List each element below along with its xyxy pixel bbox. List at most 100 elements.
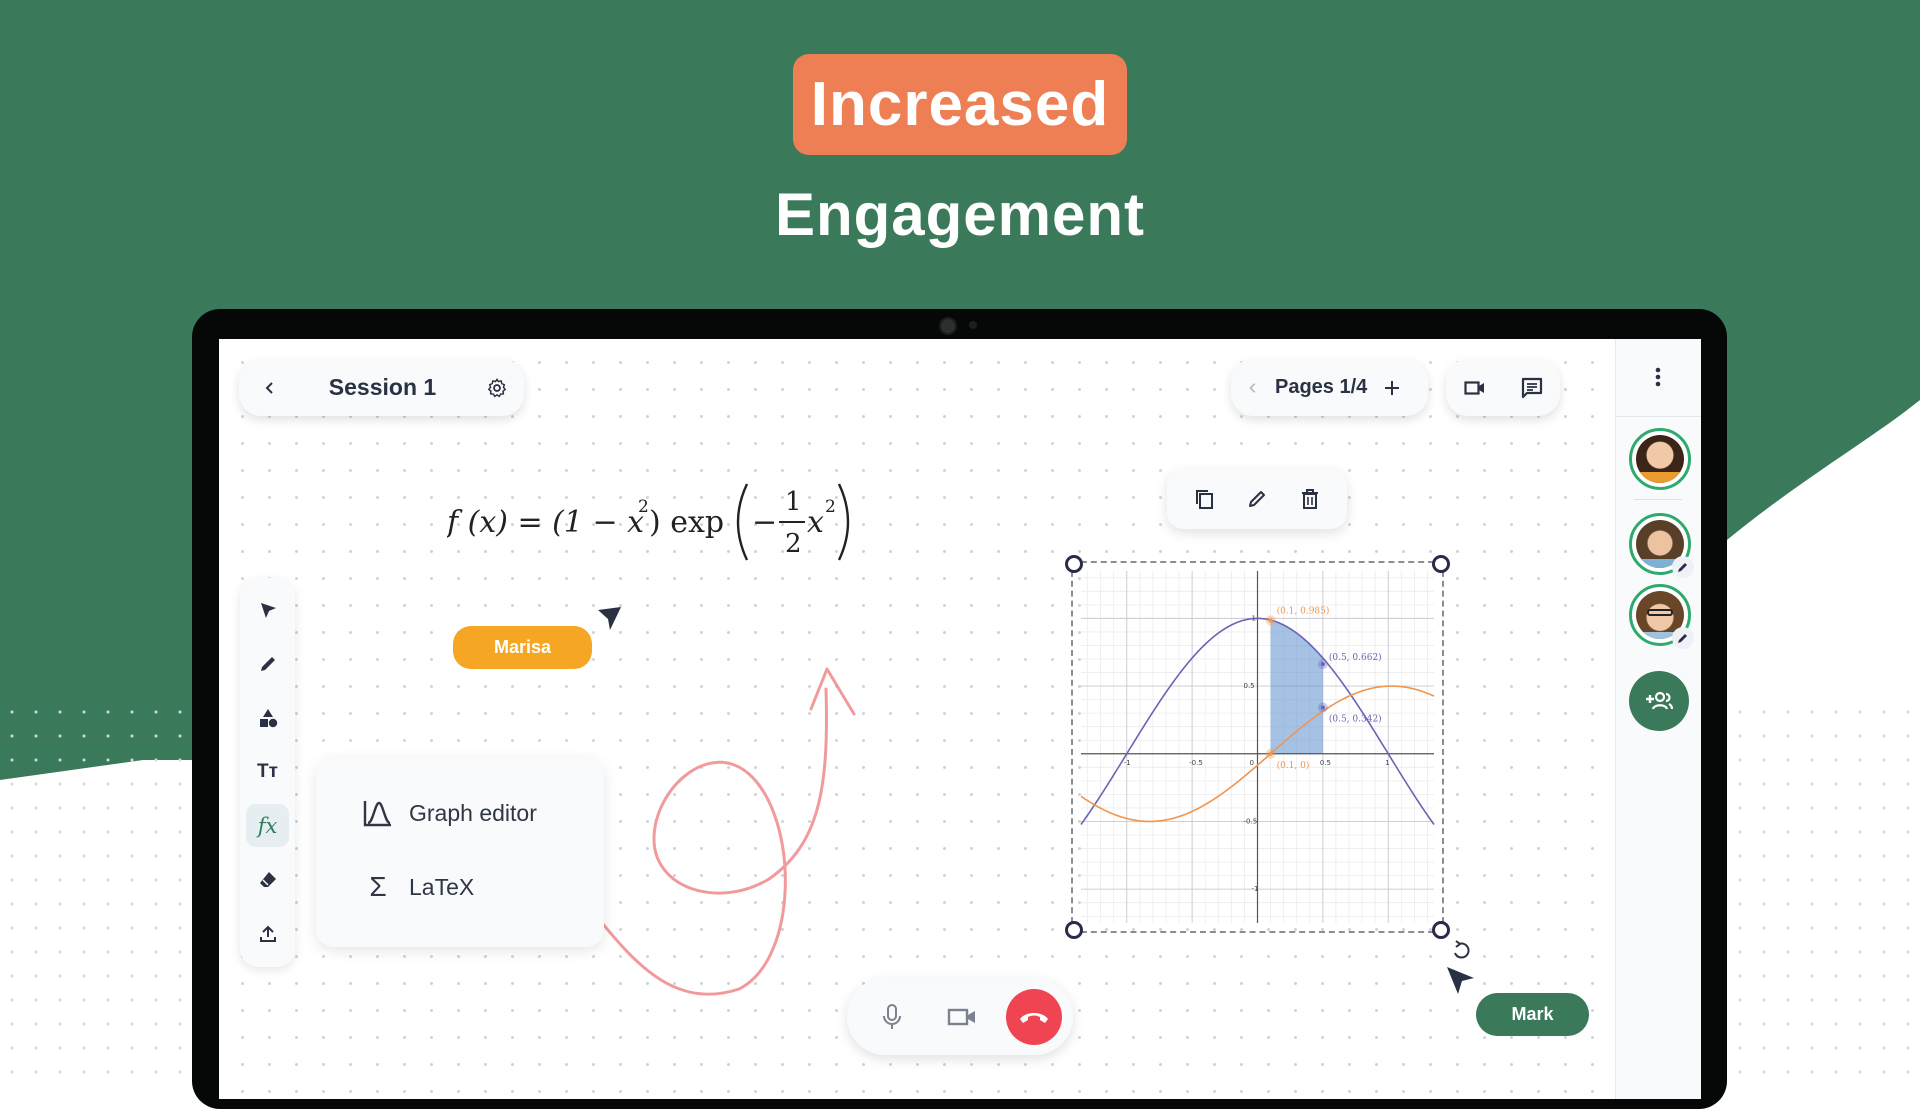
formula-superscript-1: 2 [638,497,649,517]
shapes-icon [259,708,277,727]
resize-handle-top-right[interactable] [1432,555,1450,573]
pencil-icon [260,656,275,671]
left-paren [736,483,749,561]
pointer-icon [260,602,276,618]
pencil-icon [1678,634,1687,643]
whiteboard-screen: Session 1 Pages 1/4 f (x) = (1 − x 2 ) e… [219,339,1701,1099]
formula-denominator: 2 [785,529,802,559]
video-camera-icon [947,1008,975,1026]
x-tick-label: -0.5 [1189,759,1203,767]
tablet-sensor [969,321,977,329]
graph-selection-box[interactable]: -1 -0.5 0 0.5 1 1 0.5 -0.5 -1 (0.1, 0.985) (0.5, 0… [1071,561,1444,933]
sidebar-divider [1634,499,1682,500]
more-options-button[interactable] [1636,355,1680,399]
camera-button[interactable] [939,994,985,1040]
copy-button[interactable] [1184,479,1224,519]
annotation-label: (0.5, 0.662) [1329,652,1382,663]
y-tick-label: -1 [1252,885,1259,893]
x-tick-label: -1 [1124,759,1131,767]
resize-handle-bottom-right[interactable] [1432,921,1450,939]
menu-item-label: Graph editor [409,799,537,826]
participant-avatar[interactable] [1629,428,1691,490]
formula-render: f (x) = (1 − x 2 ) exp − 1 2 x 2 [445,483,850,561]
annotation-label: (0.1, 0.985) [1277,605,1330,616]
tool-select[interactable] [246,588,289,631]
rotate-icon[interactable] [1451,939,1473,961]
y-tick-label: 1 [1252,614,1256,622]
delete-graph-button[interactable] [1290,479,1330,519]
headline-badge: Increased [793,54,1127,155]
pencil-icon [1248,491,1265,507]
more-vertical-icon [1655,367,1661,387]
previous-page-button[interactable] [1231,359,1275,416]
chevron-left-icon [265,381,273,394]
formula-numerator: 1 [785,487,802,517]
add-participant-button[interactable] [1629,671,1689,731]
participant-avatar[interactable] [1629,513,1694,578]
cursor-label-marisa: Marisa [453,626,592,669]
annotation-point [1320,662,1325,667]
x-tick-label: 1 [1385,759,1389,767]
pages-label: Pages 1/4 [1275,376,1368,398]
back-button[interactable] [245,359,295,416]
hang-up-button[interactable] [1006,989,1062,1045]
tool-upload[interactable] [246,912,289,955]
resize-handle-bottom-left[interactable] [1065,921,1083,939]
annotation-label: (0.5, 0.342) [1329,713,1382,724]
upload-icon [259,925,276,942]
cursor-label-mark: Mark [1476,993,1589,1036]
latex-formula[interactable]: f (x) = (1 − x 2 ) exp − 1 2 x 2 [445,474,857,564]
graph-icon [361,799,395,827]
menu-item-latex[interactable]: Σ LaTeX [361,871,474,903]
formula-exp: ) exp [649,505,724,540]
trash-icon [1302,489,1319,509]
remote-cursor-icon [1447,967,1474,994]
plus-icon [1385,380,1400,395]
session-title: Session 1 [328,374,437,400]
annotation-point [1320,705,1325,710]
gear-icon [488,378,506,397]
tool-shapes[interactable] [246,696,289,739]
tool-eraser[interactable] [246,858,289,901]
tool-pen[interactable] [246,642,289,685]
resize-handle-top-left[interactable] [1065,555,1083,573]
session-header: Session 1 [239,359,524,416]
annotation-point [1268,618,1273,623]
formula-x: x [807,505,824,540]
chevron-left-icon [1249,382,1256,393]
text-icon: Tт [257,760,278,782]
microphone-button[interactable] [869,994,915,1040]
editing-badge [1672,627,1694,649]
microphone-icon [883,1004,901,1029]
chat-icon [1521,377,1542,398]
chat-button[interactable] [1510,366,1554,410]
tablet-camera [939,317,957,335]
headline-subtitle: Engagement [774,181,1146,248]
graph-plot: -1 -0.5 0 0.5 1 1 0.5 -0.5 -1 (0.1, 0.985) (0.5, 0… [1080,571,1435,923]
add-page-button[interactable] [1367,359,1417,416]
participant-avatar[interactable] [1629,584,1694,649]
menu-item-label: LaTeX [409,873,475,900]
call-controls [847,978,1073,1055]
sigma-icon: Σ [369,871,387,902]
video-toggle-button[interactable] [1453,366,1497,410]
annotation-point [1268,751,1273,756]
eraser-icon [259,871,276,887]
graph-object-toolbar [1167,469,1347,529]
freehand-scribble[interactable] [599,589,899,1009]
formula-superscript-2: 2 [825,497,836,517]
right-paren [837,483,850,561]
formula-lhs: f (x) = (1 − x [447,505,644,540]
settings-button[interactable] [470,359,524,416]
tool-formula[interactable]: fx [246,804,289,847]
annotation-label: (0.1, 0) [1277,760,1310,771]
drawing-toolbar: Tт fx [240,578,295,967]
media-controls [1446,359,1560,416]
tool-text[interactable]: Tт [246,750,289,793]
menu-item-graph-editor[interactable]: Graph editor [361,799,537,827]
formula-minus: − [752,505,777,540]
edit-graph-button[interactable] [1237,479,1277,519]
pages-control: Pages 1/4 [1231,359,1428,416]
pencil-icon [1678,563,1687,572]
x-tick-label: 0 [1250,759,1254,767]
